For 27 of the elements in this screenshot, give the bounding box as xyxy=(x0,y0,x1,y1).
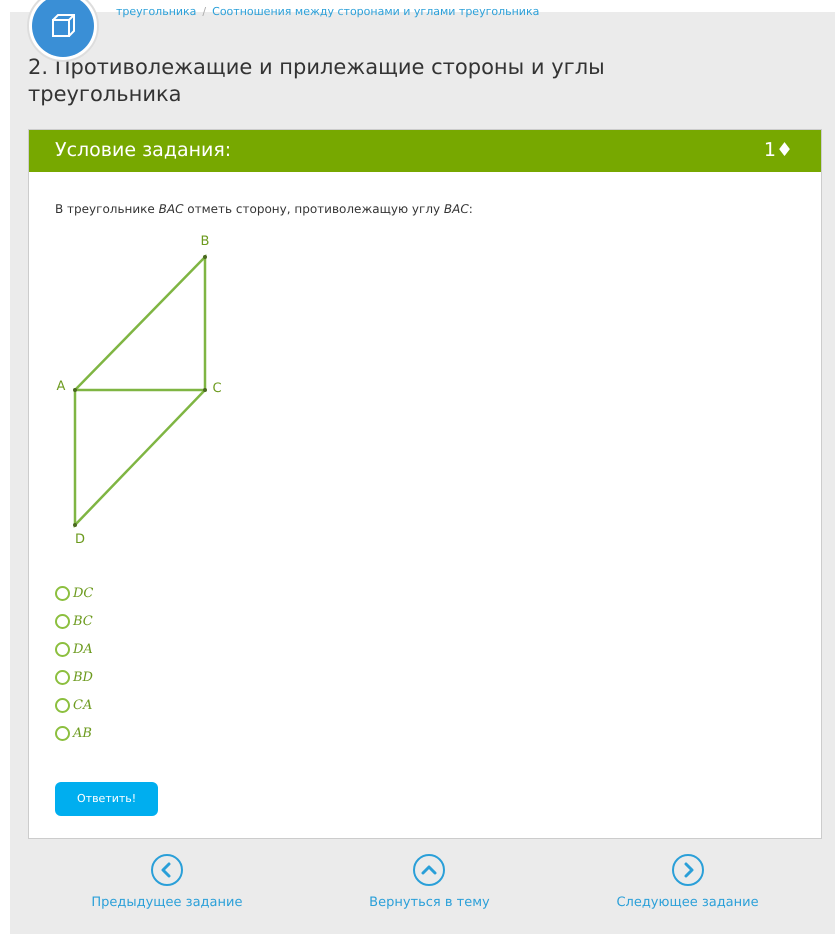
radio-button[interactable] xyxy=(55,698,70,714)
breadcrumb-link[interactable]: Соотношения между сторонами и углами треугольника xyxy=(212,4,540,20)
point-label: D xyxy=(75,532,85,547)
option-label[interactable]: DC xyxy=(73,584,94,604)
nav-link[interactable]: Следующее задание xyxy=(616,892,759,912)
nav-link[interactable]: Предыдущее задание xyxy=(91,892,242,912)
nav-link[interactable]: Вернуться в тему xyxy=(369,892,490,912)
task-heading: Условие задания: xyxy=(55,138,232,164)
option-label[interactable]: BC xyxy=(73,612,93,632)
option-label[interactable]: BD xyxy=(73,668,93,688)
option-label[interactable]: AB xyxy=(73,724,92,744)
page-title: 2. Противолежащие и прилежащие стороны и углы треугольника xyxy=(28,54,606,108)
submit-button[interactable]: Ответить! xyxy=(55,782,158,816)
radio-button[interactable] xyxy=(55,670,70,686)
breadcrumb-separator: / xyxy=(202,4,206,20)
radio-button[interactable] xyxy=(55,586,70,602)
point-label: B xyxy=(200,234,210,249)
option-label[interactable]: CA xyxy=(73,696,92,716)
points-label: 1♦ xyxy=(764,138,793,164)
option-label[interactable]: DA xyxy=(73,640,93,660)
radio-button[interactable] xyxy=(55,614,70,630)
question-text: В треугольнике BAC отметь сторону, противолежащую углу BAC: xyxy=(55,200,474,218)
point-label: C xyxy=(212,380,222,396)
radio-button[interactable] xyxy=(55,726,70,742)
breadcrumb-link[interactable]: треугольника xyxy=(116,4,196,20)
radio-button[interactable] xyxy=(55,642,70,658)
point-label: A xyxy=(56,378,66,394)
